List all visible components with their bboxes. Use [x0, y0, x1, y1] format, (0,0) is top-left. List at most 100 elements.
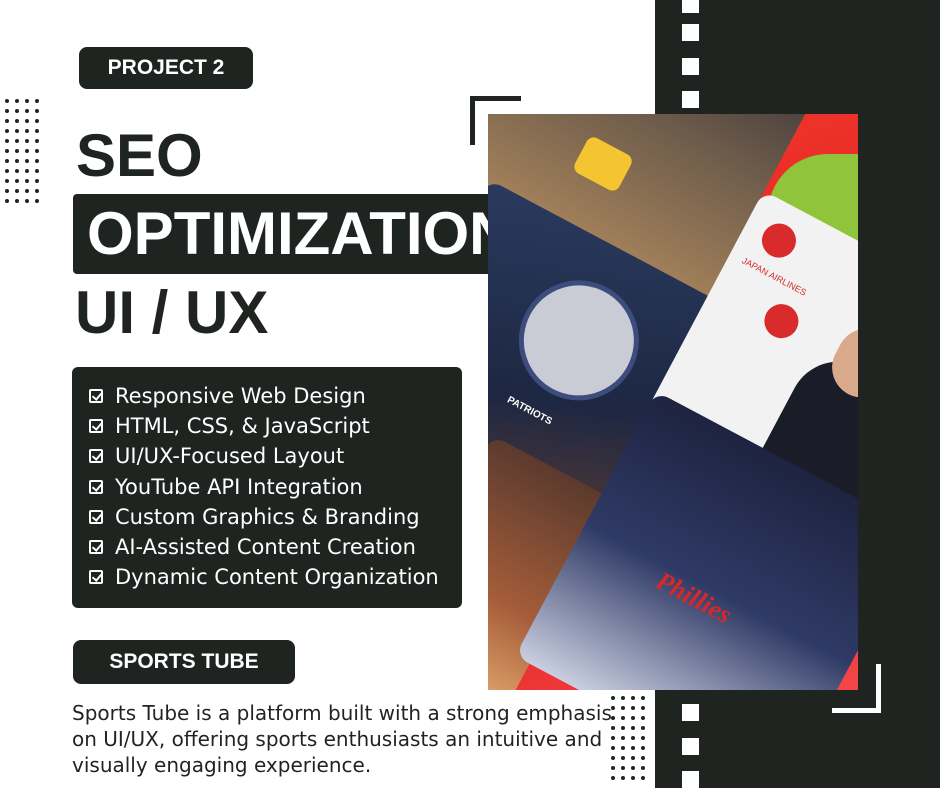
dot	[5, 149, 9, 153]
dot	[631, 776, 635, 780]
dot	[35, 149, 39, 153]
dot	[5, 129, 9, 133]
player-jersey-shape	[571, 134, 635, 194]
dot-grid-decoration	[611, 696, 645, 780]
feature-item: AI-Assisted Content Creation	[89, 532, 462, 562]
film-square	[682, 771, 699, 788]
dot	[25, 139, 29, 143]
film-square	[682, 704, 699, 721]
dot	[25, 189, 29, 193]
dot	[15, 149, 19, 153]
project-badge: PROJECT 2	[79, 47, 253, 89]
dot	[35, 179, 39, 183]
film-square	[682, 0, 699, 13]
airline-text: JAPAN AIRLINES	[740, 255, 809, 298]
feature-item: Custom Graphics & Branding	[89, 502, 462, 532]
dot	[15, 99, 19, 103]
dot	[25, 99, 29, 103]
dot	[15, 139, 19, 143]
film-square	[682, 91, 699, 108]
feature-label: Dynamic Content Organization	[115, 565, 439, 590]
project-description: Sports Tube is a platform built with a s…	[72, 701, 612, 777]
dot	[25, 109, 29, 113]
dot	[15, 169, 19, 173]
sports-collage-image: PATRIOTS JAPAN AIRLINES Phillies	[488, 114, 858, 690]
dot	[641, 726, 645, 730]
dot	[15, 159, 19, 163]
dot	[631, 706, 635, 710]
checkbox-icon	[89, 479, 103, 494]
dot	[25, 129, 29, 133]
feature-label: HTML, CSS, & JavaScript	[115, 414, 370, 439]
dot	[25, 159, 29, 163]
checkbox-icon	[89, 570, 103, 585]
dot	[15, 189, 19, 193]
headline-seo: SEO	[76, 122, 203, 189]
airline-logo-icon	[755, 217, 802, 264]
dot	[621, 716, 625, 720]
checkbox-icon	[89, 389, 103, 404]
dot	[5, 159, 9, 163]
checkbox-icon	[89, 419, 103, 434]
dot	[621, 756, 625, 760]
phillies-text: Phillies	[651, 565, 737, 630]
dot	[25, 169, 29, 173]
dot	[641, 706, 645, 710]
dot	[5, 199, 9, 203]
feature-item: YouTube API Integration	[89, 472, 462, 502]
dot	[641, 716, 645, 720]
feature-item: HTML, CSS, & JavaScript	[89, 411, 462, 441]
dot	[5, 169, 9, 173]
dot	[631, 716, 635, 720]
dot	[621, 696, 625, 700]
airline-logo-icon	[758, 298, 805, 345]
dot	[5, 179, 9, 183]
dot	[5, 139, 9, 143]
dot	[15, 119, 19, 123]
dot	[35, 189, 39, 193]
feature-label: Custom Graphics & Branding	[115, 504, 420, 529]
dot	[35, 109, 39, 113]
dot	[641, 766, 645, 770]
dot	[641, 746, 645, 750]
dot	[15, 109, 19, 113]
film-square	[682, 24, 699, 41]
dot	[631, 736, 635, 740]
headline-optimization: OPTIMIZATION	[87, 200, 513, 267]
helmet-shape	[497, 259, 660, 422]
dot	[641, 756, 645, 760]
dot	[15, 199, 19, 203]
dot	[25, 179, 29, 183]
feature-label: AI-Assisted Content Creation	[115, 535, 416, 560]
dot	[25, 149, 29, 153]
dot	[631, 746, 635, 750]
checkbox-icon	[89, 509, 103, 524]
dot	[621, 766, 625, 770]
dot	[621, 746, 625, 750]
dot	[641, 736, 645, 740]
feature-item: UI/UX-Focused Layout	[89, 441, 462, 471]
dot	[621, 776, 625, 780]
dot	[35, 99, 39, 103]
dot	[35, 199, 39, 203]
dot	[35, 119, 39, 123]
project-name-badge: SPORTS TUBE	[73, 640, 295, 684]
dot	[621, 726, 625, 730]
dot	[5, 99, 9, 103]
dot	[25, 199, 29, 203]
dot	[15, 179, 19, 183]
dot	[631, 756, 635, 760]
feature-list: Responsive Web Design HTML, CSS, & JavaS…	[72, 367, 462, 608]
dot	[5, 189, 9, 193]
dot	[631, 726, 635, 730]
headline-ui-ux: UI / UX	[75, 279, 269, 346]
checkbox-icon	[89, 540, 103, 555]
checkbox-icon	[89, 449, 103, 464]
dot	[621, 706, 625, 710]
dot	[5, 109, 9, 113]
dot	[15, 129, 19, 133]
dot	[631, 766, 635, 770]
feature-label: YouTube API Integration	[115, 474, 363, 499]
dot	[35, 129, 39, 133]
feature-label: Responsive Web Design	[115, 384, 366, 409]
